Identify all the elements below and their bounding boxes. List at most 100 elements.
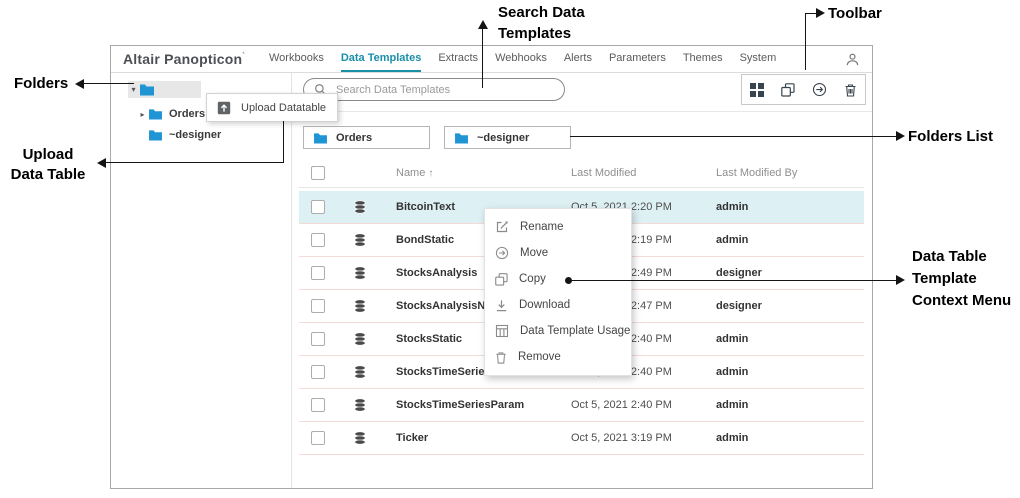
annotation-context-menu-line2: Template xyxy=(912,268,1011,290)
datatable-icon xyxy=(354,366,366,379)
row-last-modified: Oct 5, 2021 2:40 PM xyxy=(571,399,672,411)
menu-item-label: Data Template Usage xyxy=(520,325,630,337)
row-checkbox[interactable] xyxy=(311,398,325,412)
row-name[interactable]: Ticker xyxy=(396,432,428,444)
annotation-search-line2: Templates xyxy=(498,23,585,44)
datatable-icon xyxy=(354,399,366,412)
nav-webhooks[interactable]: Webhooks xyxy=(495,46,547,72)
section-divider xyxy=(292,111,872,112)
menu-item-rename[interactable]: Rename xyxy=(485,214,631,240)
annotation-context-menu-line1: Data Table xyxy=(912,246,1011,268)
annotation-line xyxy=(805,13,806,70)
sidebar-folder-root[interactable]: ▾ xyxy=(128,81,201,98)
grid-view-button[interactable] xyxy=(750,83,764,97)
row-checkbox[interactable] xyxy=(311,233,325,247)
row-checkbox[interactable] xyxy=(311,365,325,379)
nav-parameters[interactable]: Parameters xyxy=(609,46,666,72)
folder-chip-designer[interactable]: ~designer xyxy=(444,126,571,149)
menu-item-label: Rename xyxy=(520,221,563,233)
row-last-modified-by: admin xyxy=(716,201,748,213)
menu-item-copy[interactable]: Copy xyxy=(485,266,631,292)
datatable-icon xyxy=(354,300,366,313)
menu-item-label: Download xyxy=(519,299,570,311)
sort-asc-icon: ↑ xyxy=(428,168,433,179)
menu-item-download[interactable]: Download xyxy=(485,292,631,318)
move-button[interactable] xyxy=(812,82,827,97)
annotation-folders-list-label: Folders List xyxy=(908,128,993,145)
column-last-modified[interactable]: Last Modified xyxy=(571,167,636,179)
annotation-arrow-right-icon xyxy=(896,275,905,285)
row-checkbox[interactable] xyxy=(311,332,325,346)
column-name[interactable]: Name↑ xyxy=(396,167,433,179)
row-last-modified-by: designer xyxy=(716,300,762,312)
sidebar-folder-orders[interactable]: ▸ Orders xyxy=(137,106,205,122)
row-last-modified-by: admin xyxy=(716,366,748,378)
caret-right-icon[interactable]: ▸ xyxy=(137,110,148,119)
annotation-arrow-left-icon xyxy=(97,158,106,168)
search-input[interactable] xyxy=(334,83,564,97)
row-last-modified-by: admin xyxy=(716,399,748,411)
app-header: Altair Panopticon` Workbooks Data Templa… xyxy=(111,46,872,73)
table-header: Name↑ Last Modified Last Modified By xyxy=(299,158,864,188)
folder-icon xyxy=(139,83,155,96)
nav-extracts[interactable]: Extracts xyxy=(438,46,478,72)
nav-system[interactable]: System xyxy=(740,46,777,72)
annotation-line xyxy=(805,13,818,14)
row-checkbox[interactable] xyxy=(311,431,325,445)
caret-down-icon[interactable]: ▾ xyxy=(128,85,139,94)
menu-item-remove[interactable]: Remove xyxy=(485,344,631,370)
row-name[interactable]: BitcoinText xyxy=(396,201,455,213)
folder-icon xyxy=(148,108,163,120)
context-menu: Rename Move Copy Download Data Template … xyxy=(484,208,632,376)
nav-themes[interactable]: Themes xyxy=(683,46,723,72)
row-name[interactable]: StocksTimeSeriesParam xyxy=(396,399,524,411)
folder-icon xyxy=(148,129,163,141)
row-name[interactable]: StocksStatic xyxy=(396,333,462,345)
annotation-line xyxy=(84,83,134,84)
menu-item-move[interactable]: Move xyxy=(485,240,631,266)
annotation-upload-label: Upload Data Table xyxy=(0,145,96,185)
table-row-stockstimeseriesparam[interactable]: StocksTimeSeriesParam Oct 5, 2021 2:40 P… xyxy=(299,389,864,422)
nav-workbooks[interactable]: Workbooks xyxy=(269,46,324,72)
row-last-modified-by: admin xyxy=(716,432,748,444)
row-last-modified-by: designer xyxy=(716,267,762,279)
annotation-context-menu-line3: Context Menu xyxy=(912,290,1011,312)
menu-item-label: Move xyxy=(520,247,548,259)
upload-datatable-menu-item[interactable]: Upload Datatable xyxy=(206,93,338,122)
column-last-modified-by[interactable]: Last Modified By xyxy=(716,167,797,179)
annotation-arrow-left-icon xyxy=(75,79,84,89)
row-name[interactable]: BondStatic xyxy=(396,234,454,246)
folder-chip-orders[interactable]: Orders xyxy=(303,126,430,149)
row-last-modified-by: admin xyxy=(716,333,748,345)
annotation-search-line1: Search Data xyxy=(498,2,585,23)
folder-name[interactable]: Orders xyxy=(169,108,205,120)
download-icon xyxy=(495,299,508,312)
sidebar-folder-designer[interactable]: ~designer xyxy=(137,127,221,143)
grid-view-icon xyxy=(750,83,764,97)
user-icon[interactable] xyxy=(845,52,860,67)
folder-icon xyxy=(313,132,328,144)
row-last-modified: Oct 5, 2021 3:19 PM xyxy=(571,432,672,444)
row-name[interactable]: StocksTimeSeries xyxy=(396,366,491,378)
row-checkbox[interactable] xyxy=(311,266,325,280)
sidebar-divider xyxy=(291,72,292,488)
annotation-arrow-right-icon xyxy=(896,131,905,141)
search-box[interactable] xyxy=(303,78,565,101)
row-name[interactable]: StocksAnalysis xyxy=(396,267,477,279)
nav-data-templates[interactable]: Data Templates xyxy=(341,46,422,72)
copy-button[interactable] xyxy=(781,83,795,97)
menu-item-data-template-usage[interactable]: Data Template Usage xyxy=(485,318,631,344)
folder-name[interactable]: ~designer xyxy=(169,129,221,141)
delete-button[interactable] xyxy=(844,83,857,97)
table-row-ticker[interactable]: Ticker Oct 5, 2021 3:19 PM admin xyxy=(299,422,864,455)
nav-alerts[interactable]: Alerts xyxy=(564,46,592,72)
datatable-icon xyxy=(354,267,366,280)
app-window: Altair Panopticon` Workbooks Data Templa… xyxy=(110,45,873,489)
annotation-search-label: Search Data Templates xyxy=(498,2,585,44)
row-checkbox[interactable] xyxy=(311,200,325,214)
select-all-checkbox[interactable] xyxy=(311,166,325,180)
toolbar xyxy=(741,74,866,105)
row-checkbox[interactable] xyxy=(311,299,325,313)
folder-chip-label: Orders xyxy=(336,132,372,144)
annotation-line xyxy=(569,280,898,281)
